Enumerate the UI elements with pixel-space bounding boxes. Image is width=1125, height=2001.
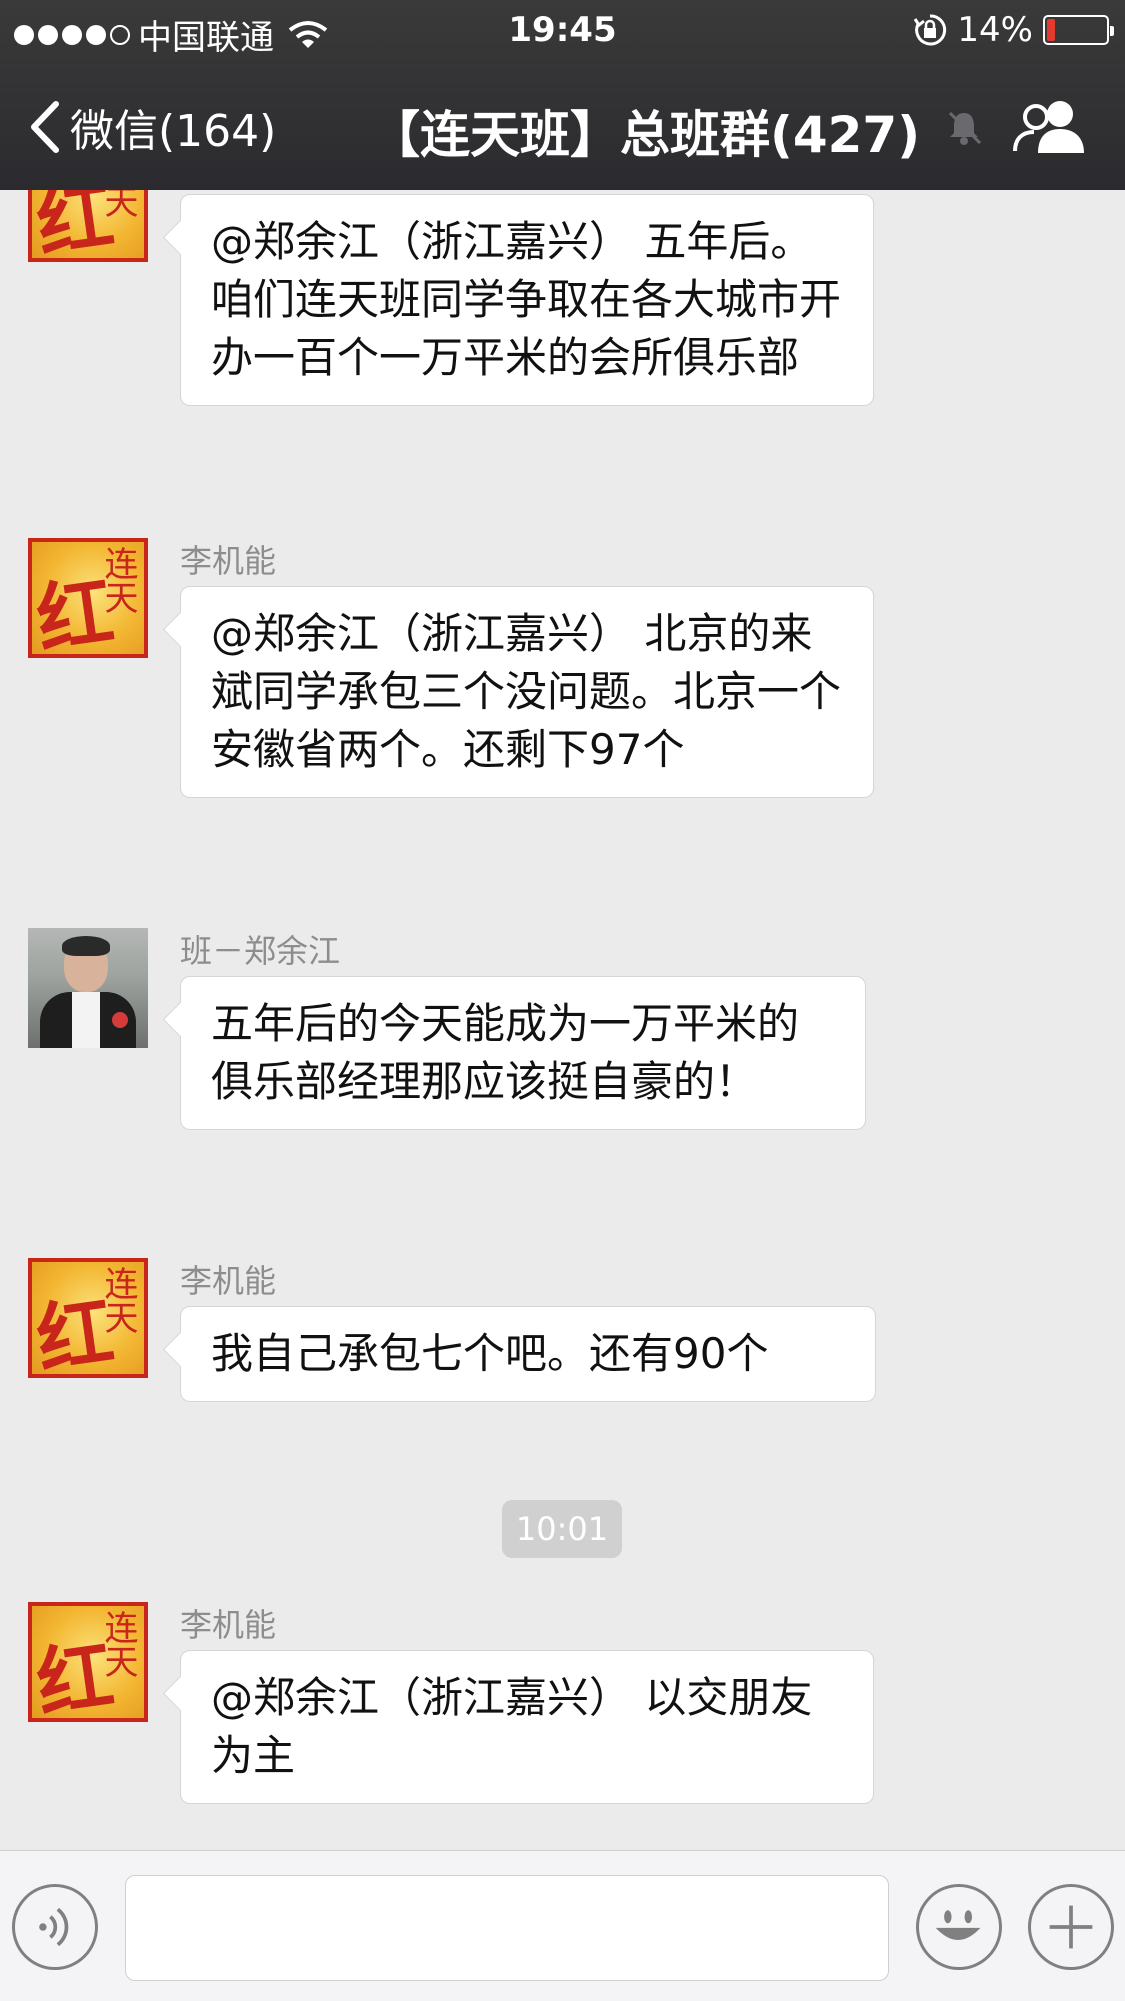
time-divider: 10:01 <box>502 1500 622 1558</box>
mute-bell-icon <box>948 111 982 145</box>
seal-logo-side: 连天 <box>98 1610 138 1678</box>
voice-button[interactable] <box>12 1884 98 1970</box>
battery-level <box>1047 19 1055 41</box>
message-bubble[interactable]: @郑余江（浙江嘉兴） 五年后。咱们连天班同学争取在各大城市开办一百个一万平米的会… <box>180 194 874 406</box>
battery-percent: 14% <box>957 10 1033 50</box>
sender-name: 班－郑余江 <box>180 932 341 970</box>
status-right: 14% <box>913 10 1114 50</box>
message-bubble[interactable]: 我自己承包七个吧。还有90个 <box>180 1306 876 1402</box>
avatar[interactable]: 红 连天 <box>28 538 148 658</box>
message-input[interactable] <box>125 1875 889 1981</box>
battery-icon <box>1043 15 1114 45</box>
sender-name: 李机能 <box>180 1606 277 1644</box>
seal-logo-side: 连天 <box>98 190 138 218</box>
sender-name: 李机能 <box>180 542 277 580</box>
back-label: 微信(164) <box>70 106 277 157</box>
avatar[interactable]: 红 连天 <box>28 1258 148 1378</box>
chat-title: 【连天班】总班群(427) <box>370 106 921 164</box>
members-icon[interactable] <box>1012 97 1086 155</box>
chevron-left-icon <box>31 101 59 153</box>
plus-button[interactable] <box>1028 1884 1114 1970</box>
avatar[interactable]: 红 连天 <box>28 1602 148 1722</box>
message-bubble[interactable]: 五年后的今天能成为一万平米的俱乐部经理那应该挺自豪的！ <box>180 976 866 1130</box>
rotation-lock-icon <box>914 14 947 46</box>
chat-area[interactable]: 红 连天 @郑余江（浙江嘉兴） 五年后。咱们连天班同学争取在各大城市开办一百个一… <box>0 190 1125 1850</box>
nav-bar: 微信(164) 【连天班】总班群(427) <box>0 75 1125 175</box>
top-bar: 中国联通 19:45 14% 微信(164) 【连天班】总班群(427) <box>0 0 1125 190</box>
voice-icon <box>39 1907 69 1947</box>
plus-icon <box>1049 1905 1093 1949</box>
emoji-icon <box>935 1910 981 1941</box>
message-bubble[interactable]: @郑余江（浙江嘉兴） 以交朋友为主 <box>180 1650 874 1804</box>
seal-logo-side: 连天 <box>98 1266 138 1334</box>
emoji-button[interactable] <box>916 1884 1002 1970</box>
back-button[interactable]: 微信(164) <box>28 95 276 159</box>
sender-name: 李机能 <box>180 1262 277 1300</box>
message-bubble[interactable]: @郑余江（浙江嘉兴） 北京的来斌同学承包三个没问题。北京一个 安徽省两个。还剩下… <box>180 586 874 798</box>
avatar[interactable] <box>28 928 148 1048</box>
status-bar: 中国联通 19:45 14% <box>0 0 1125 60</box>
input-bar <box>0 1850 1125 2001</box>
seal-logo-side: 连天 <box>98 546 138 614</box>
avatar[interactable]: 红 连天 <box>28 190 148 262</box>
